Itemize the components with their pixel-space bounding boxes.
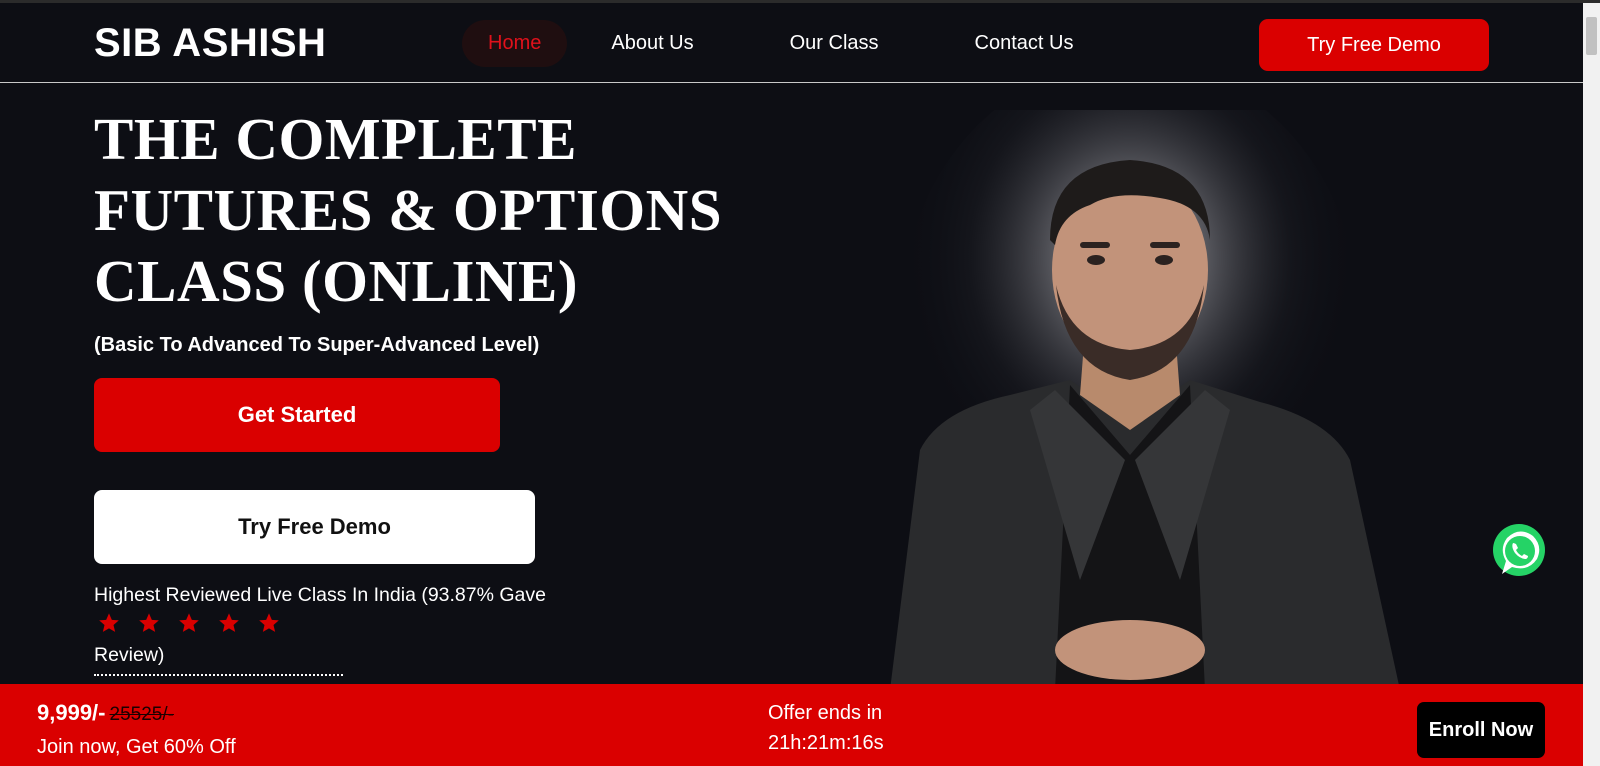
page-scrollbar[interactable]: [1583, 3, 1600, 766]
offer-bar: 9,999/- 25525/- Join now, Get 60% Off Off…: [0, 684, 1583, 766]
discount-text: Join now, Get 60% Off: [37, 736, 236, 758]
whatsapp-icon[interactable]: [1490, 522, 1548, 580]
offer-ends-label: Offer ends in: [768, 702, 883, 724]
instructor-portrait: [890, 110, 1400, 690]
current-price: 9,999/- 25525/-: [37, 700, 174, 726]
old-price: 25525/-: [109, 704, 174, 725]
price-value: 9,999/-: [37, 700, 106, 725]
review-line: Highest Reviewed Live Class In India (93…: [94, 580, 754, 670]
star-icon: [139, 613, 159, 632]
hero-subtitle: (Basic To Advanced To Super-Advanced Lev…: [94, 334, 540, 356]
nav-our-class[interactable]: Our Class: [764, 20, 905, 67]
site-logo[interactable]: SIB ASHISH: [94, 21, 326, 66]
star-icon: [99, 613, 119, 632]
site-header: SIB ASHISH Home About Us Our Class Conta…: [0, 3, 1583, 83]
nav-contact-us[interactable]: Contact Us: [949, 20, 1100, 67]
review-text-tail: Review): [94, 644, 165, 666]
star-icon: [219, 613, 239, 632]
main-nav: Home About Us Our Class Contact Us: [462, 20, 1109, 67]
header-try-free-demo-button[interactable]: Try Free Demo: [1259, 19, 1489, 71]
scrollbar-thumb[interactable]: [1586, 17, 1597, 55]
get-started-button[interactable]: Get Started: [94, 378, 500, 452]
countdown-timer: 21h:21m:16s: [768, 732, 884, 754]
nav-home[interactable]: Home: [462, 20, 568, 67]
nav-about-us[interactable]: About Us: [585, 20, 719, 67]
hero-try-free-demo-button[interactable]: Try Free Demo: [94, 490, 535, 564]
review-text: Highest Reviewed Live Class In India (93…: [94, 584, 546, 606]
dotted-divider: [94, 674, 343, 676]
hero-title: THE COMPLETE FUTURES & OPTIONS CLASS (ON…: [94, 106, 723, 314]
enroll-now-button[interactable]: Enroll Now: [1417, 702, 1545, 758]
star-icon: [179, 613, 199, 632]
rating-stars: [98, 610, 298, 640]
star-icon: [259, 613, 279, 632]
